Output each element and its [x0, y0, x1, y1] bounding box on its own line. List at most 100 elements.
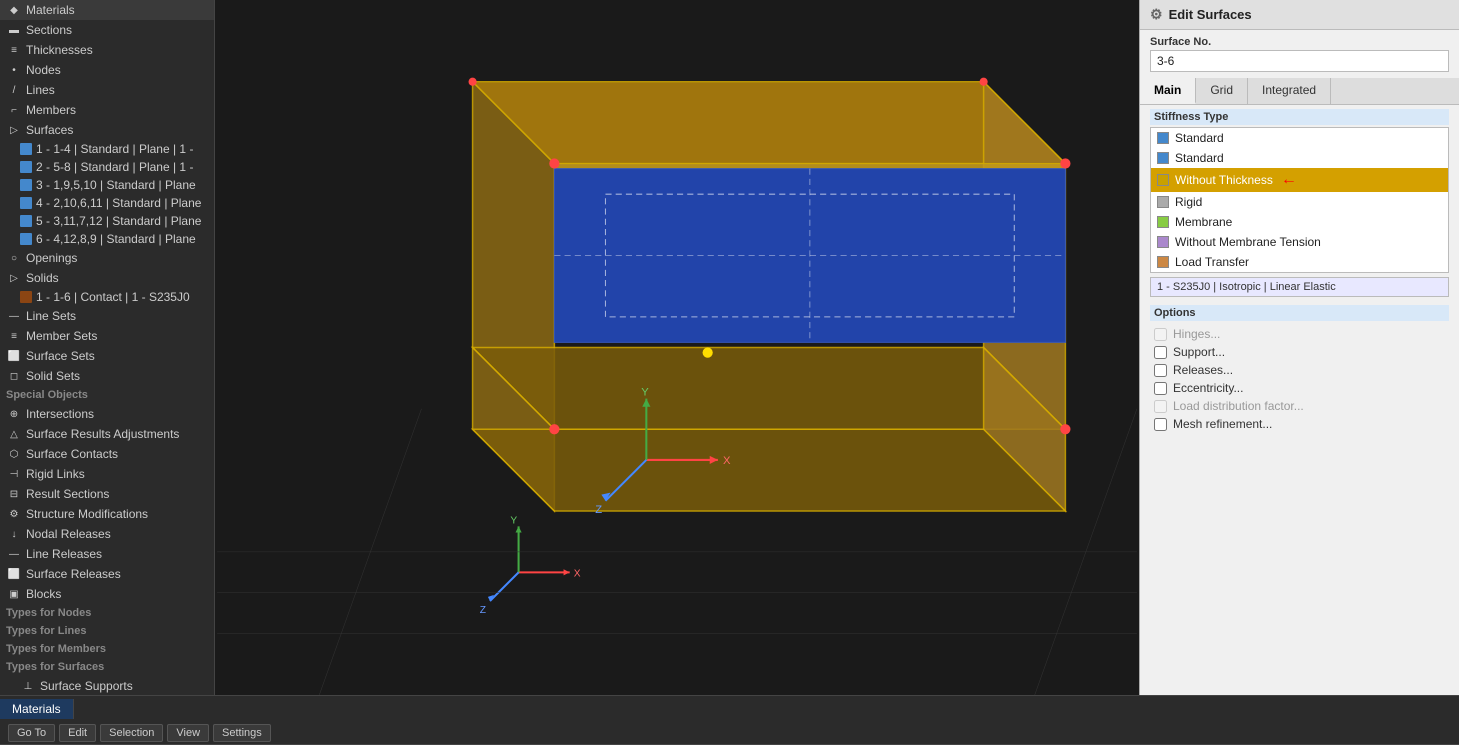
sidebar-item-rigidlinks[interactable]: ⊣Rigid Links [0, 464, 214, 484]
sidebar-item-surf3[interactable]: 3 - 1,9,5,10 | Standard | Plane [0, 176, 214, 194]
option-row-5[interactable]: Mesh refinement... [1150, 415, 1449, 433]
stiffness-list: StandardStandardWithout Thickness←RigidM… [1150, 127, 1449, 273]
option-label-5: Mesh refinement... [1173, 417, 1272, 431]
stiffness-item-3[interactable]: Rigid [1151, 192, 1448, 212]
svg-text:Y: Y [641, 387, 649, 399]
option-checkbox-3[interactable] [1154, 382, 1167, 395]
stiffness-item-6[interactable]: Load Transfer [1151, 252, 1448, 272]
sidebar-item-linesets[interactable]: —Line Sets [0, 306, 214, 326]
sidebar-item-linereleases[interactable]: —Line Releases [0, 544, 214, 564]
option-row-2[interactable]: Releases... [1150, 361, 1449, 379]
toolbar: Go ToEditSelectionViewSettings [0, 722, 1459, 745]
toolbar-btn-settings[interactable]: Settings [213, 724, 271, 742]
sidebar-item-solid1[interactable]: 1 - 1-6 | Contact | 1 - S235J0 [0, 288, 214, 306]
tab-grid[interactable]: Grid [1196, 78, 1248, 104]
sidebar-item-label-members: Members [26, 103, 76, 117]
sidebar-item-surfcontacts[interactable]: ⬡Surface Contacts [0, 444, 214, 464]
svg-text:Z: Z [595, 504, 602, 516]
sidebar-section-typesnodes: Types for Nodes [0, 604, 214, 622]
sidebar-item-surf2[interactable]: 2 - 5-8 | Standard | Plane | 1 - [0, 158, 214, 176]
toolbar-btn-edit[interactable]: Edit [59, 724, 96, 742]
option-row-1[interactable]: Support... [1150, 343, 1449, 361]
sidebar-item-blocks[interactable]: ▣Blocks [0, 584, 214, 604]
stiffness-swatch-4 [1157, 216, 1169, 228]
edit-panel-header: ⚙ Edit Surfaces [1140, 0, 1459, 30]
item-icon-surfacesets: ⬜ [6, 348, 22, 364]
option-checkbox-2[interactable] [1154, 364, 1167, 377]
material-row[interactable]: 1 - S235J0 | Isotropic | Linear Elastic [1150, 277, 1449, 297]
sidebar-item-membersets[interactable]: ≡ Member Sets [0, 326, 214, 346]
tab-integrated[interactable]: Integrated [1248, 78, 1331, 104]
sidebar-item-sections[interactable]: ▬Sections [0, 20, 214, 40]
toolbar-btn-selection[interactable]: Selection [100, 724, 163, 742]
svg-text:Z: Z [480, 605, 486, 616]
sidebar-item-label-surf1: 1 - 1-4 | Standard | Plane | 1 - [36, 142, 193, 156]
bottom-tab-materials[interactable]: Materials [0, 699, 74, 719]
option-row-0[interactable]: Hinges... [1150, 325, 1449, 343]
sidebar-item-structmods[interactable]: ⚙Structure Modifications [0, 504, 214, 524]
option-checkbox-4 [1154, 400, 1167, 413]
stiffness-item-2[interactable]: Without Thickness← [1151, 168, 1448, 192]
sidebar-item-surfacesets[interactable]: ⬜Surface Sets [0, 346, 214, 366]
3d-viewport[interactable]: X Y Z X Y Z [215, 0, 1139, 695]
stiffness-item-4[interactable]: Membrane [1151, 212, 1448, 232]
toolbar-btn-go-to[interactable]: Go To [8, 724, 55, 742]
item-icon-membersets: ≡ [6, 328, 22, 344]
sidebar-item-materials[interactable]: ◆Materials [0, 0, 214, 20]
sidebar-section-specialobj: Special Objects [0, 386, 214, 404]
item-icon-structmods: ⚙ [6, 506, 22, 522]
sidebar-item-label-surf2: 2 - 5-8 | Standard | Plane | 1 - [36, 160, 193, 174]
sidebar-item-nodalreleases[interactable]: ↓Nodal Releases [0, 524, 214, 544]
sidebar-item-surfsupports[interactable]: ⊥Surface Supports [0, 676, 214, 695]
toolbar-btn-view[interactable]: View [167, 724, 209, 742]
item-icon-solids: ▷ [6, 270, 22, 286]
sidebar-item-thicknesses[interactable]: ≡Thicknesses [0, 40, 214, 60]
option-row-3[interactable]: Eccentricity... [1150, 379, 1449, 397]
item-icon-solidsets: ◻ [6, 368, 22, 384]
item-icon-lines: / [6, 82, 22, 98]
item-icon-linesets: — [6, 308, 22, 324]
sidebar-section-typesmembers: Types for Members [0, 640, 214, 658]
item-icon-openings: ○ [6, 250, 22, 266]
stiffness-item-label-2: Without Thickness [1175, 173, 1273, 187]
sidebar-item-lines[interactable]: /Lines [0, 80, 214, 100]
sidebar-item-intersections[interactable]: ⊕Intersections [0, 404, 214, 424]
stiffness-item-label-3: Rigid [1175, 195, 1202, 209]
sidebar-item-surf1[interactable]: 1 - 1-4 | Standard | Plane | 1 - [0, 140, 214, 158]
sidebar-item-label-materials: Materials [26, 3, 75, 17]
option-row-4[interactable]: Load distribution factor... [1150, 397, 1449, 415]
item-icon-resultsections: ⊟ [6, 486, 22, 502]
stiffness-item-label-6: Load Transfer [1175, 255, 1249, 269]
sidebar-item-members[interactable]: ⌐ Members [0, 100, 214, 120]
surface-no-value[interactable]: 3-6 [1150, 50, 1449, 72]
sidebar-item-surfresadj[interactable]: △Surface Results Adjustments [0, 424, 214, 444]
sidebar-item-label-solids: Solids [26, 271, 59, 285]
stiffness-item-5[interactable]: Without Membrane Tension [1151, 232, 1448, 252]
sidebar-item-solidsets[interactable]: ◻Solid Sets [0, 366, 214, 386]
stiffness-item-1[interactable]: Standard [1151, 148, 1448, 168]
stiffness-section: Stiffness Type StandardStandardWithout T… [1140, 105, 1459, 277]
sidebar-item-surf4[interactable]: 4 - 2,10,6,11 | Standard | Plane [0, 194, 214, 212]
item-icon-members: ⌐ [6, 102, 22, 118]
option-checkbox-1[interactable] [1154, 346, 1167, 359]
sidebar-item-label-membersets: Member Sets [26, 329, 97, 343]
tab-main[interactable]: Main [1140, 78, 1196, 104]
stiffness-swatch-3 [1157, 196, 1169, 208]
color-swatch [20, 291, 32, 303]
sidebar-item-label-nodalreleases: Nodal Releases [26, 527, 111, 541]
sidebar-item-surf5[interactable]: 5 - 3,11,7,12 | Standard | Plane [0, 212, 214, 230]
stiffness-item-0[interactable]: Standard [1151, 128, 1448, 148]
sidebar-item-label-surfresadj: Surface Results Adjustments [26, 427, 179, 441]
sidebar-item-surfreleases[interactable]: ⬜Surface Releases [0, 564, 214, 584]
sidebar-item-solids[interactable]: ▷ Solids [0, 268, 214, 288]
sidebar-item-openings[interactable]: ○Openings [0, 248, 214, 268]
item-icon-nodes: • [6, 62, 22, 78]
sidebar-item-surf6[interactable]: 6 - 4,12,8,9 | Standard | Plane [0, 230, 214, 248]
option-checkbox-5[interactable] [1154, 418, 1167, 431]
color-swatch [20, 215, 32, 227]
edit-panel-title: Edit Surfaces [1169, 7, 1252, 22]
sidebar-item-surfaces[interactable]: ▷Surfaces [0, 120, 214, 140]
panel-tabs: Main Grid Integrated [1140, 78, 1459, 105]
sidebar-item-nodes[interactable]: •Nodes [0, 60, 214, 80]
sidebar-item-resultsections[interactable]: ⊟Result Sections [0, 484, 214, 504]
